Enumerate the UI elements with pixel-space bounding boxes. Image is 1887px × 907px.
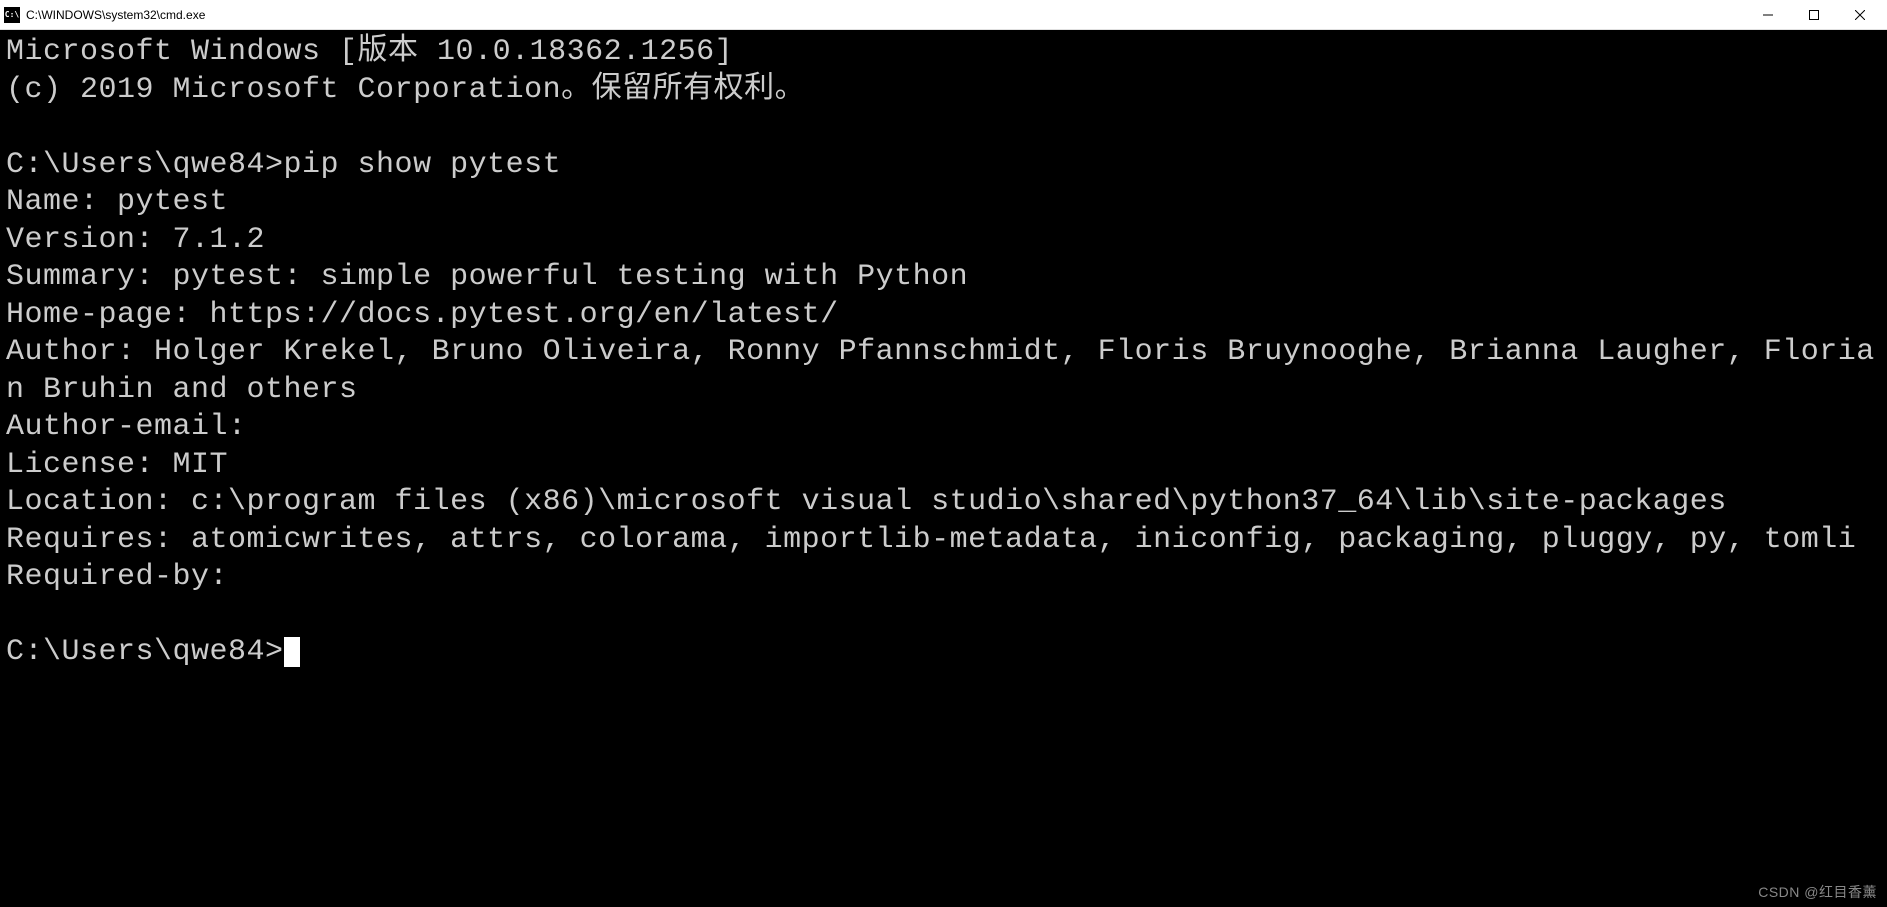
terminal-line: License: MIT	[6, 448, 228, 482]
window-title: C:\WINDOWS\system32\cmd.exe	[26, 8, 1745, 22]
terminal-line: Home-page: https://docs.pytest.org/en/la…	[6, 298, 839, 332]
terminal-line: Required-by:	[6, 560, 228, 594]
watermark: CSDN @红目香薰	[1758, 884, 1877, 902]
window-controls	[1745, 0, 1883, 29]
close-button[interactable]	[1837, 0, 1883, 29]
cmd-icon: C:\	[4, 7, 20, 23]
close-icon	[1855, 10, 1865, 20]
terminal-line: Requires: atomicwrites, attrs, colorama,…	[6, 523, 1856, 557]
terminal-output[interactable]: Microsoft Windows [版本 10.0.18362.1256] (…	[0, 30, 1887, 907]
maximize-button[interactable]	[1791, 0, 1837, 29]
terminal-line: Author-email:	[6, 410, 247, 444]
terminal-cursor	[284, 637, 300, 667]
terminal-line: (c) 2019 Microsoft Corporation。保留所有权利。	[6, 73, 805, 107]
terminal-line: Summary: pytest: simple powerful testing…	[6, 260, 968, 294]
minimize-button[interactable]	[1745, 0, 1791, 29]
terminal-line: Version: 7.1.2	[6, 223, 265, 257]
terminal-line: Name: pytest	[6, 185, 228, 219]
minimize-icon	[1763, 10, 1773, 20]
window-titlebar: C:\ C:\WINDOWS\system32\cmd.exe	[0, 0, 1887, 30]
terminal-line: Microsoft Windows [版本 10.0.18362.1256]	[6, 35, 733, 69]
terminal-prompt-line: C:\Users\qwe84>pip show pytest	[6, 148, 561, 182]
maximize-icon	[1809, 10, 1819, 20]
terminal-prompt: C:\Users\qwe84>	[6, 635, 284, 669]
terminal-line: Author: Holger Krekel, Bruno Oliveira, R…	[6, 335, 1875, 407]
terminal-line: Location: c:\program files (x86)\microso…	[6, 485, 1727, 519]
